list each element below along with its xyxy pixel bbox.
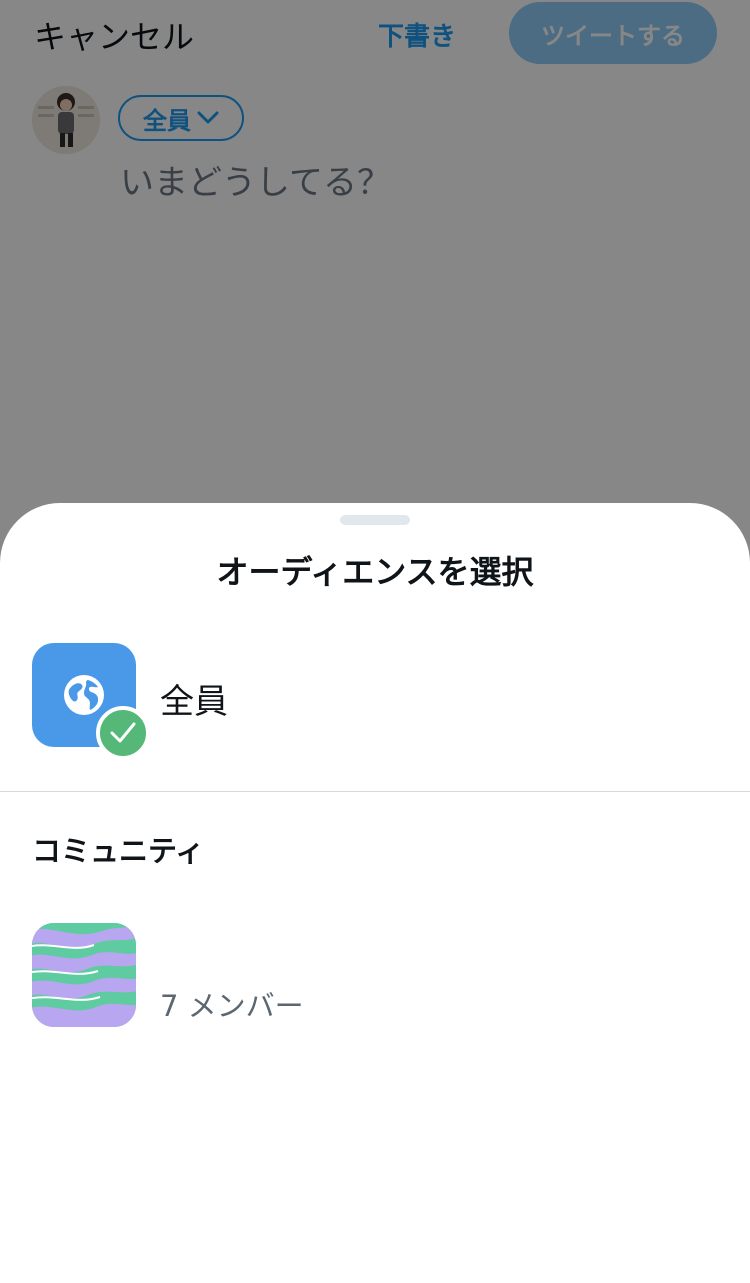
audience-bottom-sheet: オーディエンスを選択 全員 コミュニティ 7 メンバー <box>0 503 750 1283</box>
audience-option-everyone[interactable]: 全員 <box>0 628 750 788</box>
community-thumbnail <box>32 923 136 1027</box>
globe-icon <box>64 675 104 715</box>
community-list-item[interactable]: 7 メンバー <box>0 923 750 1033</box>
sheet-title: オーディエンスを選択 <box>216 553 534 591</box>
community-member-count: 7 メンバー <box>160 989 304 1023</box>
community-name <box>160 935 420 943</box>
section-divider <box>0 791 750 792</box>
community-section-heading: コミュニティ <box>32 834 205 868</box>
community-banner-image <box>32 923 136 1027</box>
checkmark-icon <box>110 722 136 743</box>
everyone-label: 全員 <box>160 682 228 722</box>
selected-check-icon <box>96 706 150 760</box>
sheet-grabber[interactable] <box>340 515 410 525</box>
